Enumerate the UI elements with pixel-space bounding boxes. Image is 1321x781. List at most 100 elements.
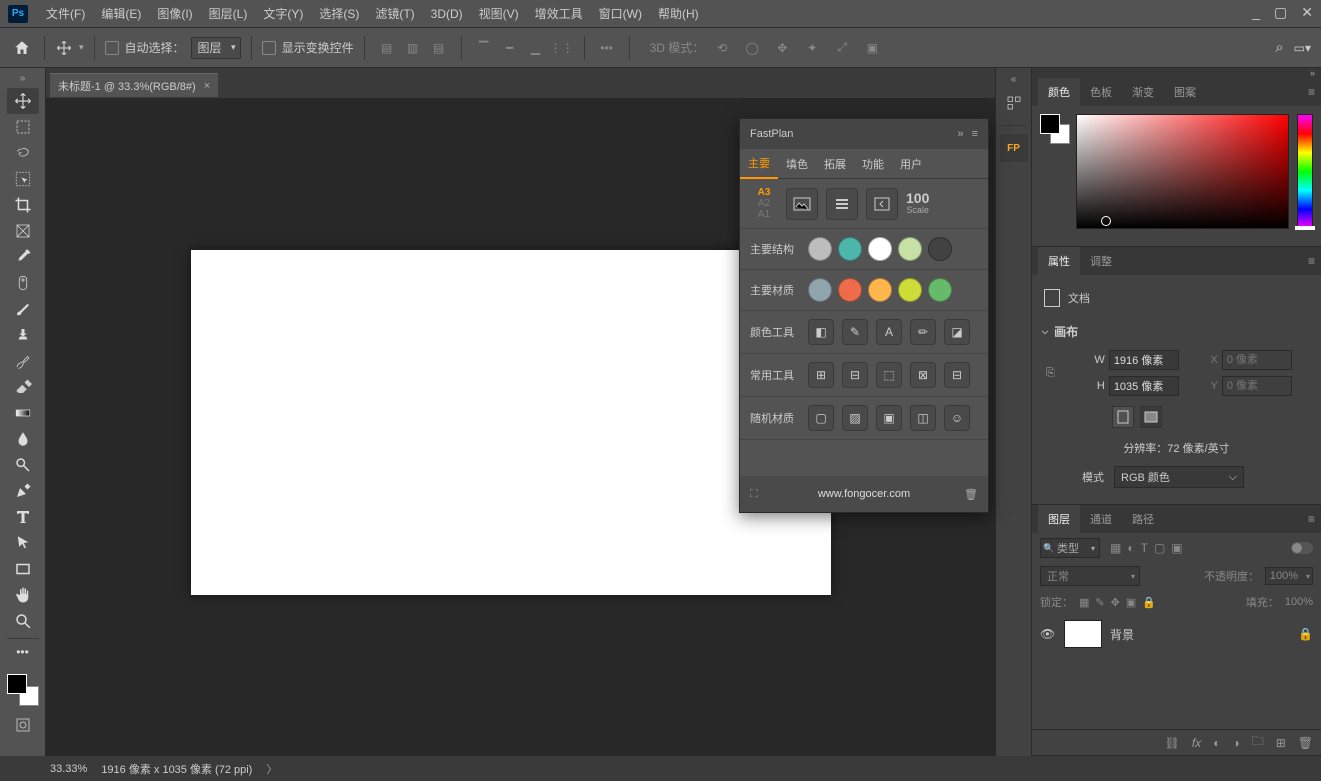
panel-menu-icon[interactable]: ≡	[972, 128, 978, 140]
window-close-icon[interactable]: ✕	[1301, 4, 1313, 21]
crop-tool[interactable]	[7, 192, 39, 218]
brush-tool[interactable]	[7, 296, 39, 322]
structure-color-swatch[interactable]	[808, 237, 832, 261]
layer-thumbnail[interactable]	[1064, 620, 1102, 648]
visibility-eye-icon[interactable]: 👁	[1040, 627, 1056, 641]
window-restore-icon[interactable]: ▢	[1274, 4, 1287, 21]
filter-toggle[interactable]	[1291, 542, 1313, 554]
color-mode-dropdown[interactable]: RGB 颜色	[1114, 466, 1244, 488]
menu-layer[interactable]: 图层(L)	[201, 5, 256, 22]
landscape-icon[interactable]	[786, 188, 818, 220]
fastplan-panel-icon[interactable]: FP	[1000, 134, 1028, 162]
adjustment-layer-icon[interactable]: ◑	[1232, 736, 1239, 750]
filter-adjust-icon[interactable]: ◐	[1127, 541, 1134, 555]
add-icon[interactable]: ⊞	[808, 362, 834, 388]
trash-icon[interactable]: 🗑	[964, 488, 978, 501]
material-color-swatch[interactable]	[868, 278, 892, 302]
lock-all-icon[interactable]: 🔒	[1142, 596, 1156, 609]
3d-roll-icon[interactable]: ◯	[740, 36, 764, 60]
color-field[interactable]	[1076, 114, 1289, 229]
texture1-icon[interactable]: ▢	[808, 405, 834, 431]
section-canvas-header[interactable]: ⌵ 画布	[1042, 317, 1311, 346]
material-color-swatch[interactable]	[838, 278, 862, 302]
link-dimensions-icon[interactable]: ⎘	[1042, 359, 1059, 388]
zoom-tool[interactable]	[7, 608, 39, 634]
hue-slider[interactable]	[1297, 114, 1313, 229]
fastplan-tab-main[interactable]: 主要	[740, 149, 778, 179]
layer-mask-icon[interactable]: ◐	[1213, 736, 1220, 750]
fastplan-tab-extend[interactable]: 拓展	[816, 149, 854, 179]
x-input[interactable]	[1222, 350, 1292, 370]
menu-plugins[interactable]: 增效工具	[527, 5, 591, 22]
blur-tool[interactable]	[7, 426, 39, 452]
marquee-tool[interactable]	[7, 114, 39, 140]
tab-adjustments[interactable]: 调整	[1080, 247, 1122, 275]
type-tool[interactable]	[7, 504, 39, 530]
edit-toolbar-button[interactable]: •••	[7, 638, 39, 664]
rectangle-tool[interactable]	[7, 556, 39, 582]
healing-brush-tool[interactable]	[7, 270, 39, 296]
lock-transparency-icon[interactable]: ▦	[1079, 596, 1089, 609]
lock-position-icon[interactable]: ✥	[1111, 596, 1120, 609]
y-input[interactable]	[1222, 376, 1292, 396]
path-select-tool[interactable]	[7, 530, 39, 556]
material-color-swatch[interactable]	[808, 278, 832, 302]
opacity-input[interactable]: 100%	[1265, 567, 1313, 585]
subtract-icon[interactable]: ⊟	[842, 362, 868, 388]
new-layer-icon[interactable]: ⊞	[1276, 736, 1286, 750]
marquee-icon[interactable]: ⬚	[876, 362, 902, 388]
texture3-icon[interactable]: ▣	[876, 405, 902, 431]
align-left-button[interactable]: ▤	[375, 36, 399, 60]
layer-name[interactable]: 背景	[1110, 626, 1290, 643]
menu-view[interactable]: 视图(V)	[471, 5, 527, 22]
structure-color-swatch[interactable]	[868, 237, 892, 261]
menu-edit[interactable]: 编辑(E)	[93, 5, 149, 22]
menu-select[interactable]: 选择(S)	[311, 5, 367, 22]
tab-layers[interactable]: 图层	[1038, 505, 1080, 533]
panel-collapse-icon[interactable]: »	[1310, 68, 1315, 78]
blend-mode-dropdown[interactable]: 正常	[1040, 566, 1140, 586]
collapse-icon[interactable]: »	[957, 128, 963, 140]
delete-icon[interactable]: ⊠	[910, 362, 936, 388]
align-right-button[interactable]: ▤	[427, 36, 451, 60]
texture2-icon[interactable]: ▨	[842, 405, 868, 431]
eraser-tool[interactable]	[7, 374, 39, 400]
lock-pixels-icon[interactable]: ✎	[1095, 596, 1104, 609]
split-icon[interactable]: ⊟	[944, 362, 970, 388]
lock-artboard-icon[interactable]: ▣	[1126, 596, 1136, 609]
align-bottom-button[interactable]: ▁	[524, 36, 548, 60]
group-icon[interactable]: 🗀	[1252, 732, 1264, 753]
texture4-icon[interactable]: ◫	[910, 405, 936, 431]
clone-stamp-tool[interactable]	[7, 322, 39, 348]
search-icon[interactable]: ⌕	[1275, 39, 1283, 56]
auto-select-target-dropdown[interactable]: 图层	[191, 37, 241, 59]
menu-help[interactable]: 帮助(H)	[650, 5, 707, 22]
frame-tool[interactable]	[7, 218, 39, 244]
tab-paths[interactable]: 路径	[1122, 505, 1164, 533]
move-tool[interactable]	[7, 88, 39, 114]
width-input[interactable]	[1109, 350, 1179, 370]
back-icon[interactable]	[866, 188, 898, 220]
3d-camera-icon[interactable]: ▣	[860, 36, 884, 60]
eyedropper-tool[interactable]	[7, 244, 39, 270]
menu-file[interactable]: 文件(F)	[38, 5, 93, 22]
fastplan-tab-user[interactable]: 用户	[892, 149, 930, 179]
filter-pixel-icon[interactable]: ▦	[1110, 541, 1121, 555]
lock-icon[interactable]: 🔒	[1298, 627, 1313, 641]
menu-filter[interactable]: 滤镜(T)	[367, 5, 422, 22]
menu-window[interactable]: 窗口(W)	[591, 5, 650, 22]
align-vcenter-button[interactable]: ━	[498, 36, 522, 60]
object-select-tool[interactable]	[7, 166, 39, 192]
structure-color-swatch[interactable]	[928, 237, 952, 261]
material-color-swatch[interactable]	[898, 278, 922, 302]
3d-slide-icon[interactable]: ✦	[800, 36, 824, 60]
pencil-icon[interactable]: ✏	[910, 319, 936, 345]
filter-shape-icon[interactable]: ▢	[1154, 541, 1165, 555]
document-tab[interactable]: 未标题-1 @ 33.3%(RGB/8#) ×	[50, 73, 218, 97]
gradient-tool[interactable]	[7, 400, 39, 426]
pen-tool[interactable]	[7, 478, 39, 504]
fastplan-url[interactable]: www.fongocer.com	[818, 488, 910, 500]
scale-display[interactable]: 100 Scale	[906, 191, 929, 216]
screen-mode-icon[interactable]: ▭▾	[1294, 41, 1311, 55]
link-layers-icon[interactable]: ⛓	[1165, 736, 1180, 750]
